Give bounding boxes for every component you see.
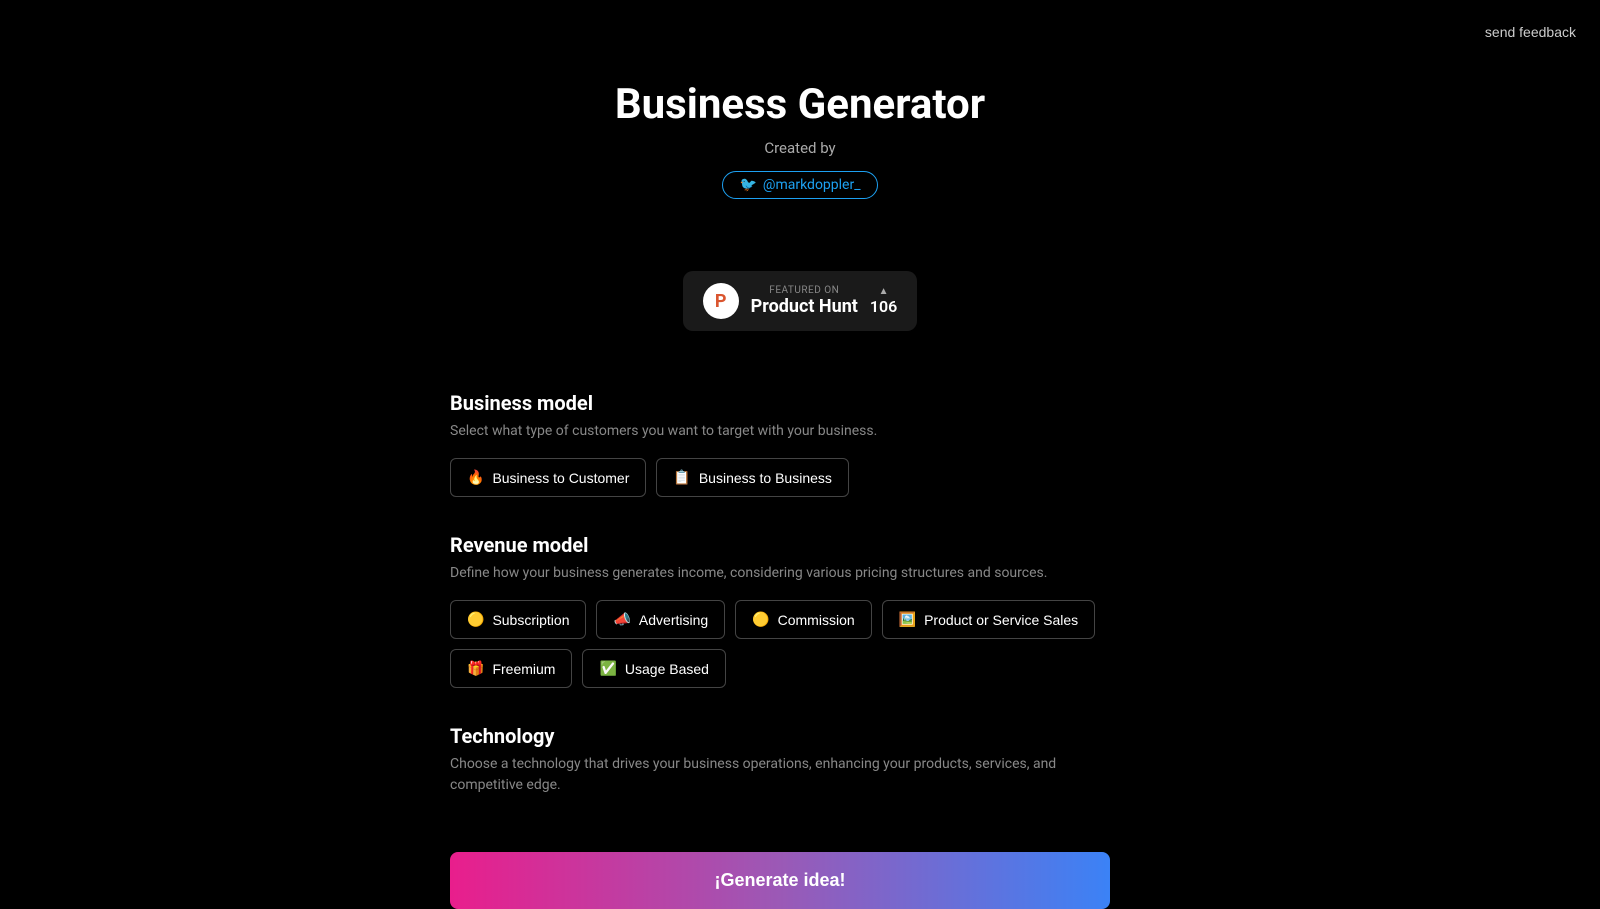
product-service-emoji: 🖼️: [899, 611, 916, 628]
usage-based-label: Usage Based: [625, 661, 709, 677]
product-hunt-logo: P: [703, 283, 739, 319]
usage-based-button[interactable]: ✅ Usage Based: [582, 649, 726, 688]
business-model-title: Business model: [450, 391, 1110, 415]
commission-emoji: 🟡: [752, 611, 769, 628]
usage-based-emoji: ✅: [599, 660, 616, 677]
twitter-handle: @markdoppler_: [763, 177, 861, 193]
ph-featured-on: FEATURED ON: [751, 285, 858, 296]
advertising-emoji: 📣: [613, 611, 630, 628]
page-title: Business Generator: [0, 80, 1600, 129]
business-model-options: 🔥 Business to Customer 📋 Business to Bus…: [450, 458, 1110, 497]
freemium-button[interactable]: 🎁 Freemium: [450, 649, 572, 688]
revenue-model-options-row2: 🎁 Freemium ✅ Usage Based: [450, 649, 1110, 688]
technology-title: Technology: [450, 724, 1110, 748]
revenue-model-section: Revenue model Define how your business g…: [450, 533, 1110, 688]
revenue-model-title: Revenue model: [450, 533, 1110, 557]
technology-description: Choose a technology that drives your bus…: [450, 754, 1110, 796]
subscription-label: Subscription: [492, 612, 569, 628]
commission-button[interactable]: 🟡 Commission: [735, 600, 871, 639]
created-by-label: Created by: [0, 139, 1600, 157]
b2b-emoji: 📋: [673, 469, 690, 486]
b2b-button[interactable]: 📋 Business to Business: [656, 458, 849, 497]
revenue-model-description: Define how your business generates incom…: [450, 563, 1110, 584]
subscription-emoji: 🟡: [467, 611, 484, 628]
ph-triangle-icon: ▲: [879, 286, 889, 297]
b2c-emoji: 🔥: [467, 469, 484, 486]
b2b-label: Business to Business: [699, 470, 832, 486]
b2c-label: Business to Customer: [492, 470, 629, 486]
revenue-model-options-row1: 🟡 Subscription 📣 Advertising 🟡 Commissio…: [450, 600, 1110, 639]
product-hunt-text: FEATURED ON Product Hunt: [751, 285, 858, 317]
main-content: Business model Select what type of custo…: [430, 391, 1130, 909]
ph-name: Product Hunt: [751, 296, 858, 317]
b2c-button[interactable]: 🔥 Business to Customer: [450, 458, 646, 497]
header: Business Generator Created by 🐦 @markdop…: [0, 0, 1600, 331]
commission-label: Commission: [778, 612, 855, 628]
product-service-label: Product or Service Sales: [924, 612, 1078, 628]
generate-idea-button[interactable]: ¡Generate idea!: [450, 852, 1110, 909]
freemium-label: Freemium: [492, 661, 555, 677]
product-hunt-badge[interactable]: P FEATURED ON Product Hunt ▲ 106: [683, 271, 918, 331]
freemium-emoji: 🎁: [467, 660, 484, 677]
advertising-button[interactable]: 📣 Advertising: [596, 600, 725, 639]
ph-vote-count: 106: [870, 297, 897, 316]
product-service-sales-button[interactable]: 🖼️ Product or Service Sales: [882, 600, 1096, 639]
send-feedback-button[interactable]: send feedback: [1485, 24, 1576, 40]
business-model-section: Business model Select what type of custo…: [450, 391, 1110, 497]
business-model-description: Select what type of customers you want t…: [450, 421, 1110, 442]
twitter-icon: 🐦: [739, 177, 756, 193]
ph-votes: ▲ 106: [870, 286, 897, 316]
twitter-link[interactable]: 🐦 @markdoppler_: [722, 171, 877, 199]
subscription-button[interactable]: 🟡 Subscription: [450, 600, 586, 639]
technology-section: Technology Choose a technology that driv…: [450, 724, 1110, 796]
advertising-label: Advertising: [639, 612, 708, 628]
